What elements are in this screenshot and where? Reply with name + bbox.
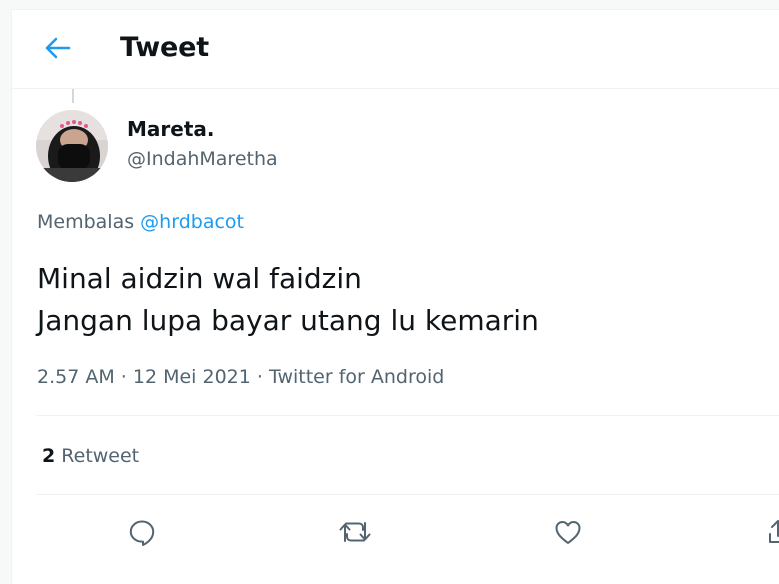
meta-separator: ·	[114, 366, 133, 388]
divider	[36, 415, 779, 416]
page-header: Tweet	[12, 10, 779, 89]
retweet-button[interactable]	[335, 512, 375, 552]
tweet-meta: 2.57 AM · 12 Mei 2021 · Twitter for Andr…	[37, 366, 444, 388]
tweet-text-line: Jangan lupa bayar utang lu kemarin	[37, 304, 539, 337]
retweet-count: 2	[42, 445, 56, 467]
back-button[interactable]	[42, 32, 74, 64]
share-button[interactable]	[758, 512, 779, 552]
tweet-time-link[interactable]: 2.57 AM	[37, 366, 115, 388]
retweet-icon	[339, 522, 371, 542]
divider	[36, 494, 779, 495]
retweet-stats-link[interactable]: 2 Retweet	[42, 445, 139, 467]
heart-icon	[555, 521, 581, 544]
reply-button[interactable]	[122, 512, 162, 552]
author-display-name[interactable]: Mareta.	[127, 117, 214, 141]
avatar-photo	[36, 110, 108, 182]
avatar[interactable]	[36, 110, 108, 182]
tweet-page: Tweet Mareta. @IndahMaretha Membalas @hr…	[11, 9, 779, 584]
reply-context: Membalas @hrdbacot	[37, 211, 244, 233]
meta-separator: ·	[250, 366, 269, 388]
tweet-date-link[interactable]: 12 Mei 2021	[133, 366, 251, 388]
tweet-source-link[interactable]: Twitter for Android	[269, 366, 444, 388]
tweet-text-line: Minal aidzin wal faidzin	[37, 262, 362, 295]
reply-prefix: Membalas	[37, 211, 135, 233]
arrow-left-icon	[45, 37, 71, 59]
reply-icon	[129, 520, 155, 546]
author-handle[interactable]: @IndahMaretha	[127, 148, 278, 170]
share-icon	[769, 520, 779, 543]
like-button[interactable]	[548, 512, 588, 552]
thread-connector-line	[72, 89, 74, 103]
page-title: Tweet	[120, 32, 209, 63]
tweet-text: Minal aidzin wal faidzin Jangan lupa bay…	[37, 258, 539, 342]
retweet-label: Retweet	[61, 445, 140, 467]
reply-mention-link[interactable]: @hrdbacot	[140, 211, 244, 233]
